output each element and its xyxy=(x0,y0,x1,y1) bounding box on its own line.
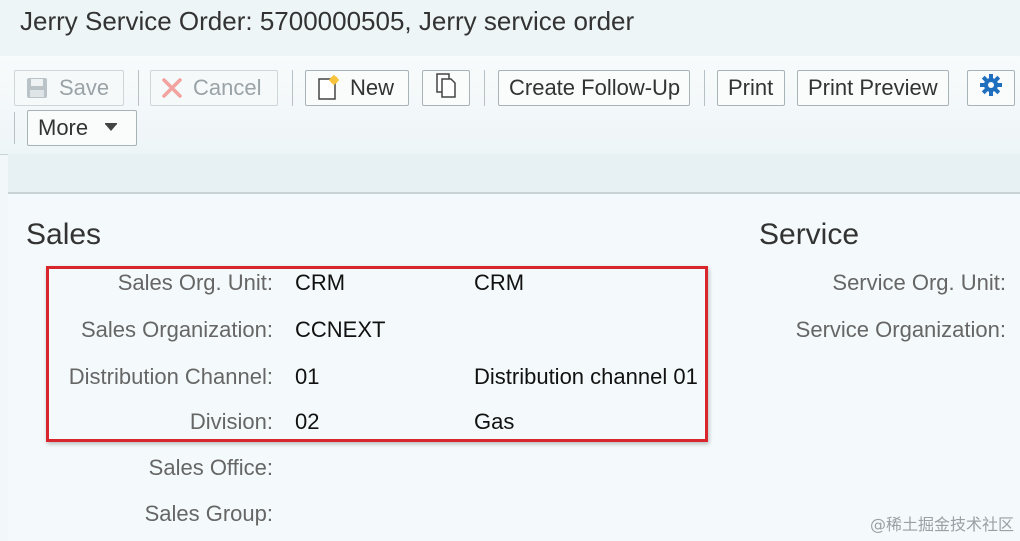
service-section-title: Service xyxy=(759,218,860,251)
separator xyxy=(704,70,705,106)
create-follow-up-button[interactable]: Create Follow-Up xyxy=(498,70,690,106)
service-org-unit-label: Service Org. Unit: xyxy=(832,270,1006,295)
toolbar: Save Cancel New Create Follow-Up Print P… xyxy=(0,56,1020,155)
highlight-box xyxy=(46,266,708,442)
page-title: Jerry Service Order: 5700000505, Jerry s… xyxy=(20,6,635,36)
separator xyxy=(14,112,15,144)
save-button[interactable]: Save xyxy=(14,70,124,106)
cancel-button[interactable]: Cancel xyxy=(150,70,278,106)
title-bar: Jerry Service Order: 5700000505, Jerry s… xyxy=(0,0,1020,56)
save-label: Save xyxy=(59,75,110,100)
print-button[interactable]: Print xyxy=(717,70,785,106)
new-label: New xyxy=(350,75,395,100)
watermark: @稀土掘金技术社区 xyxy=(869,515,1014,534)
print-preview-button[interactable]: Print Preview xyxy=(797,70,949,106)
copy-button[interactable] xyxy=(422,70,470,106)
new-document-icon xyxy=(316,75,340,101)
cancel-label: Cancel xyxy=(193,75,262,100)
cancel-x-icon xyxy=(161,77,183,99)
sales-group-label: Sales Group: xyxy=(144,501,273,526)
header-band xyxy=(8,154,1020,194)
copy-icon xyxy=(434,72,458,104)
sales-section-title: Sales xyxy=(26,218,102,251)
separator xyxy=(138,70,139,106)
create-follow-up-label: Create Follow-Up xyxy=(509,75,681,100)
settings-button[interactable] xyxy=(967,70,1015,106)
sales-office-label: Sales Office: xyxy=(148,455,273,480)
service-organization-label: Service Organization: xyxy=(795,317,1006,342)
save-disk-icon xyxy=(25,76,49,100)
print-preview-label: Print Preview xyxy=(808,75,938,100)
more-button[interactable]: More xyxy=(27,110,137,146)
dropdown-triangle-icon xyxy=(104,123,118,133)
more-label: More xyxy=(38,115,89,140)
print-label: Print xyxy=(728,75,774,100)
gear-icon xyxy=(979,73,1003,103)
new-button[interactable]: New xyxy=(305,70,409,106)
separator xyxy=(292,70,293,106)
separator xyxy=(484,70,485,106)
